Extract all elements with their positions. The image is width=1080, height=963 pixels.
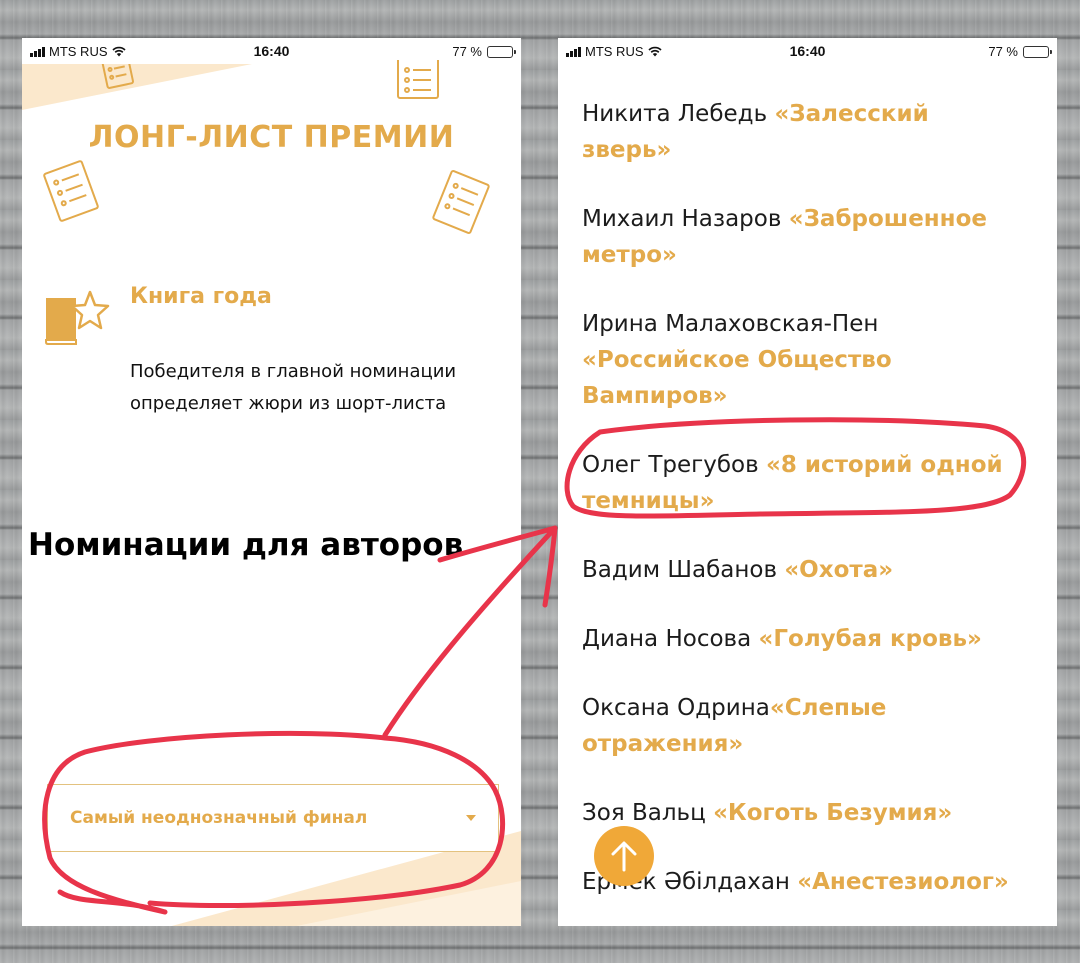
- award-description: Победителя в главной номинации определяе…: [130, 361, 457, 414]
- book-author: Ирина Малаховская-Пен: [582, 311, 879, 337]
- nominations-heading: Номинации для авторов: [28, 527, 464, 563]
- chevron-down-icon: [466, 815, 476, 821]
- book-title[interactable]: «Голубая кровь»: [759, 626, 982, 652]
- status-bar: MTS RUS 16:40 77 %: [558, 38, 1057, 64]
- page-title: ЛОНГ-ЛИСТ ПРЕМИИ: [88, 120, 455, 155]
- battery-icon: [1023, 45, 1052, 58]
- dropdown-selected-value: Самый неоднозначный финал: [70, 808, 368, 828]
- book-list-item[interactable]: Вадим Шабанов «Охота»: [582, 552, 1012, 588]
- battery-percent: 77 %: [452, 44, 482, 59]
- status-time: 16:40: [253, 43, 290, 59]
- phone-screen-left: MTS RUS 16:40 77 % ЛОНГ-ЛИСТ ПРЕМИИ Книг…: [22, 38, 521, 926]
- book-star-icon: [45, 290, 110, 345]
- document-list-icon: [43, 160, 99, 222]
- award-title: Книга года: [130, 284, 272, 309]
- nomination-dropdown[interactable]: Самый неоднозначный финал: [47, 784, 499, 852]
- scroll-to-top-button[interactable]: [594, 826, 654, 886]
- book-title[interactable]: «Анестезиолог»: [797, 869, 1009, 895]
- book-list-item[interactable]: Никита Лебедь «Залесский зверь»: [582, 96, 1012, 168]
- book-title[interactable]: «Охота»: [784, 557, 893, 583]
- phone-screen-right: MTS RUS 16:40 77 % Никита Лебедь «Залесс…: [558, 38, 1057, 926]
- battery-percent: 77 %: [988, 44, 1018, 59]
- book-author: Оксана Одрина: [582, 695, 770, 721]
- book-list-item[interactable]: Диана Носова «Голубая кровь»: [582, 621, 1012, 657]
- document-list-icon: [397, 60, 439, 99]
- book-list-item[interactable]: Зоя Вальц «Коготь Безумия»: [582, 795, 1012, 831]
- status-time: 16:40: [789, 43, 826, 59]
- book-author: Вадим Шабанов: [582, 557, 785, 583]
- book-list-item[interactable]: Олег Трегубов «8 историй одной темницы»: [582, 447, 1012, 519]
- book-title[interactable]: «Российское Общество Вампиров»: [582, 347, 892, 409]
- book-author: Зоя Вальц: [582, 800, 714, 826]
- book-list-item[interactable]: Оксана Одрина«Слепые отражения»: [582, 690, 1012, 762]
- book-title[interactable]: «Коготь Безумия»: [713, 800, 952, 826]
- book-author: Олег Трегубов: [582, 452, 766, 478]
- status-bar: MTS RUS 16:40 77 %: [22, 38, 521, 64]
- document-list-icon: [100, 64, 134, 89]
- book-list-item[interactable]: Михаил Назаров «Заброшенное метро»: [582, 201, 1012, 273]
- book-author: Диана Носова: [582, 626, 759, 652]
- longlist-book-list: Никита Лебедь «Залесский зверь» Михаил На…: [582, 96, 1012, 926]
- arrow-up-icon: [611, 841, 637, 872]
- book-author: Никита Лебедь: [582, 101, 775, 127]
- decor-shape-top: [22, 64, 252, 110]
- book-list-item[interactable]: Ирина Малаховская-Пен «Российское Общест…: [582, 306, 1012, 414]
- battery-icon: [487, 45, 516, 58]
- document-list-icon: [432, 170, 490, 234]
- book-author: Михаил Назаров: [582, 206, 789, 232]
